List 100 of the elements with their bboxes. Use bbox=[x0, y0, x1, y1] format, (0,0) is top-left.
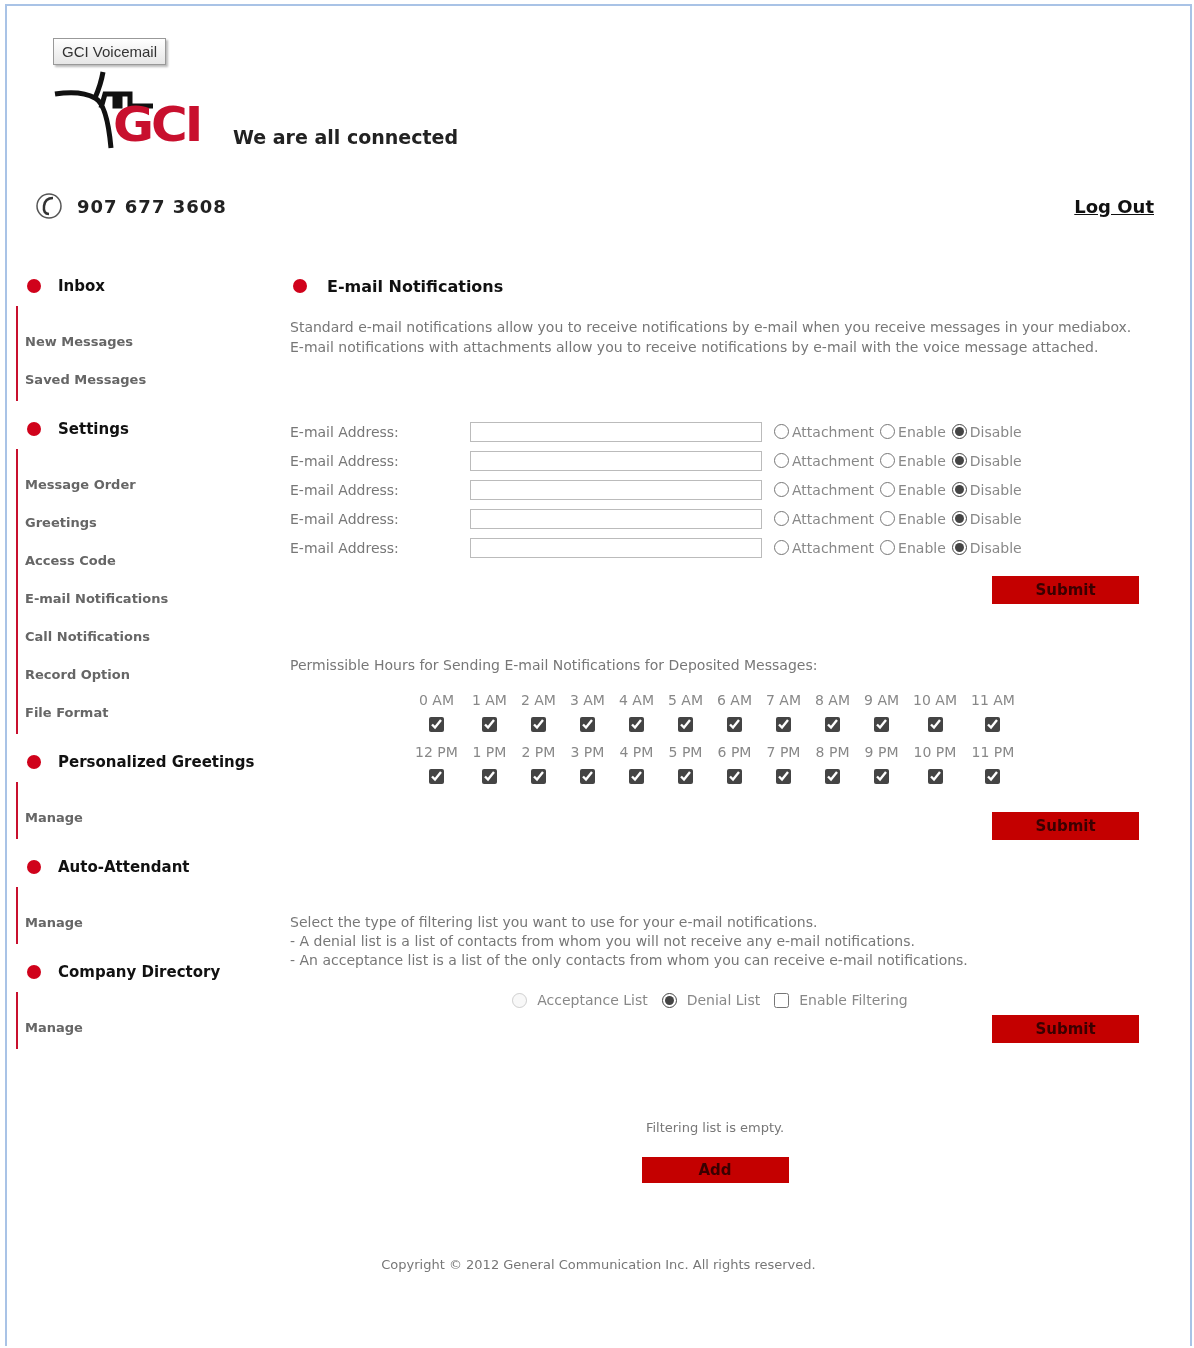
sidebar-link[interactable]: Access Code bbox=[25, 542, 290, 580]
checkbox[interactable] bbox=[985, 769, 1001, 784]
sidebar-heading: Settings bbox=[58, 420, 129, 438]
hour-label: 8 PM bbox=[815, 743, 850, 761]
hours-label: Permissible Hours for Sending E-mail Notifications for Deposited Messages: bbox=[290, 656, 819, 675]
sidebar-heading: Personalized Greetings bbox=[58, 753, 255, 771]
radio-button[interactable] bbox=[951, 540, 967, 555]
checkbox[interactable] bbox=[579, 717, 595, 732]
radio-button[interactable] bbox=[951, 424, 967, 439]
sidebar-link[interactable]: Manage bbox=[25, 904, 290, 942]
radio-button[interactable] bbox=[774, 453, 789, 468]
checkbox[interactable] bbox=[481, 717, 497, 732]
checkbox[interactable] bbox=[825, 769, 840, 784]
sidebar-link[interactable]: Message Order bbox=[25, 466, 290, 504]
radio-button[interactable] bbox=[880, 453, 896, 468]
checkbox[interactable] bbox=[530, 717, 546, 732]
hour-label: 5 AM bbox=[667, 691, 703, 709]
hour-label: 7 AM bbox=[766, 691, 801, 709]
radio-button[interactable] bbox=[774, 482, 789, 497]
logo-text: GCI bbox=[113, 101, 201, 149]
radio-button[interactable] bbox=[951, 453, 967, 468]
empty-message: Filtering list is empty. bbox=[644, 1119, 786, 1137]
checkbox-label: Enable Filtering bbox=[799, 992, 908, 1008]
checkbox[interactable] bbox=[429, 769, 444, 784]
radio-button[interactable] bbox=[774, 540, 789, 555]
checkbox[interactable] bbox=[628, 769, 644, 784]
checkbox[interactable] bbox=[530, 769, 546, 784]
checkbox[interactable] bbox=[825, 717, 840, 732]
sidebar-heading: Auto-Attendant bbox=[58, 858, 190, 876]
sidebar-link[interactable]: Saved Messages bbox=[25, 361, 290, 399]
sidebar-link[interactable]: E-mail Notifications bbox=[25, 580, 290, 618]
logout-link[interactable]: Log Out bbox=[1074, 195, 1154, 217]
sidebar-link[interactable]: File Format bbox=[25, 694, 290, 732]
sidebar-link[interactable]: New Messages bbox=[25, 323, 290, 361]
email-field[interactable] bbox=[470, 508, 762, 529]
radio-label: Enable bbox=[898, 510, 946, 527]
checkbox[interactable] bbox=[579, 769, 595, 784]
checkbox[interactable] bbox=[927, 769, 943, 784]
radio-label: Disable bbox=[969, 423, 1022, 440]
radio-button[interactable] bbox=[774, 424, 789, 439]
radio-label: Enable bbox=[898, 423, 946, 440]
radio-label: Attachment bbox=[792, 539, 875, 556]
email-field[interactable] bbox=[470, 421, 762, 442]
hour-label: 10 PM bbox=[913, 743, 957, 761]
hour-label: 9 AM bbox=[864, 691, 900, 709]
intro-text: Standard e-mail notifications allow you to receive notifications by e-mail when you receive messages in your mediabox. E-mail notifications with attachments allow you to receive notifications by e-mail with the voice message attached. bbox=[290, 318, 1133, 357]
radio-label: Acceptance List bbox=[537, 992, 648, 1008]
checkbox[interactable] bbox=[927, 717, 943, 732]
bullet-icon bbox=[27, 755, 41, 769]
hour-label: 8 AM bbox=[815, 691, 851, 709]
hour-label: 11 PM bbox=[971, 743, 1015, 761]
checkbox[interactable] bbox=[628, 717, 644, 732]
checkbox[interactable] bbox=[776, 717, 791, 732]
hour-label: 12 PM bbox=[415, 743, 458, 761]
phone-number: 907 677 3608 bbox=[77, 195, 227, 217]
sidebar-link[interactable]: Manage bbox=[25, 799, 290, 837]
radio-label: Disable bbox=[969, 539, 1022, 556]
sidebar-link[interactable]: Record Option bbox=[25, 656, 290, 694]
radio-label: Attachment bbox=[792, 481, 875, 498]
copyright-text: Copyright © 2012 General Communication Inc. All rights reserved. bbox=[381, 1257, 816, 1272]
sidebar-link[interactable]: Manage bbox=[25, 1009, 290, 1047]
checkbox[interactable] bbox=[874, 717, 890, 732]
email-field[interactable] bbox=[470, 450, 762, 471]
email-field[interactable] bbox=[470, 537, 762, 558]
sidebar-link[interactable]: Greetings bbox=[25, 504, 290, 542]
sidebar-link[interactable]: Call Notifications bbox=[25, 618, 290, 656]
radio-button[interactable] bbox=[880, 482, 896, 497]
hour-label: 1 PM bbox=[472, 743, 507, 761]
radio-button[interactable] bbox=[774, 511, 789, 526]
checkbox[interactable] bbox=[677, 769, 693, 784]
checkbox[interactable] bbox=[429, 717, 444, 732]
hour-label: 4 AM bbox=[618, 691, 654, 709]
field-label: E-mail Address: bbox=[290, 539, 400, 556]
checkbox[interactable] bbox=[774, 992, 790, 1008]
filter-description: - A denial list is a list of contacts from whom you will not receive any e-mail notifications. bbox=[290, 932, 916, 951]
checkbox[interactable] bbox=[727, 769, 742, 784]
bullet-icon bbox=[27, 279, 41, 293]
sidebar-heading: Company Directory bbox=[58, 963, 221, 981]
field-label: E-mail Address: bbox=[290, 481, 400, 498]
checkbox[interactable] bbox=[677, 717, 693, 732]
radio-button[interactable] bbox=[880, 511, 896, 526]
radio-label: Denial List bbox=[686, 992, 761, 1008]
checkbox[interactable] bbox=[481, 769, 497, 784]
bullet-icon bbox=[27, 860, 41, 874]
checkbox[interactable] bbox=[985, 717, 1001, 732]
hour-label: 3 AM bbox=[569, 691, 605, 709]
radio-button[interactable] bbox=[951, 482, 967, 497]
radio-button[interactable] bbox=[880, 540, 896, 555]
hour-label: 11 AM bbox=[970, 691, 1015, 709]
hour-label: 0 AM bbox=[419, 691, 454, 709]
checkbox[interactable] bbox=[874, 769, 890, 784]
checkbox[interactable] bbox=[776, 769, 791, 784]
email-field[interactable] bbox=[470, 479, 762, 500]
field-label: E-mail Address: bbox=[290, 452, 400, 469]
checkbox[interactable] bbox=[727, 717, 742, 732]
radio-button[interactable] bbox=[661, 992, 677, 1008]
radio-button[interactable] bbox=[880, 424, 896, 439]
hour-label: 6 AM bbox=[717, 691, 752, 709]
hour-label: 9 PM bbox=[864, 743, 899, 761]
radio-button[interactable] bbox=[951, 511, 967, 526]
